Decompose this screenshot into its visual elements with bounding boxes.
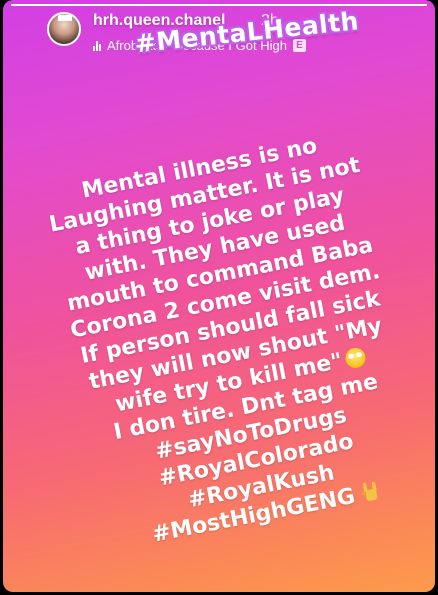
music-bars-icon xyxy=(93,40,101,51)
story-viewer[interactable]: hrh.queen.chanel 2h Afrobeats · Because … xyxy=(3,0,435,592)
story-progress-bar xyxy=(11,4,427,6)
avatar-headwear xyxy=(58,15,72,21)
avatar[interactable] xyxy=(47,12,81,46)
story-progress-fill xyxy=(11,4,427,6)
sign-of-horns-icon xyxy=(361,481,378,501)
story-caption: Mental illness is no Laughing matter. It… xyxy=(10,119,435,563)
face-with-rolling-eyes-icon xyxy=(344,346,368,370)
